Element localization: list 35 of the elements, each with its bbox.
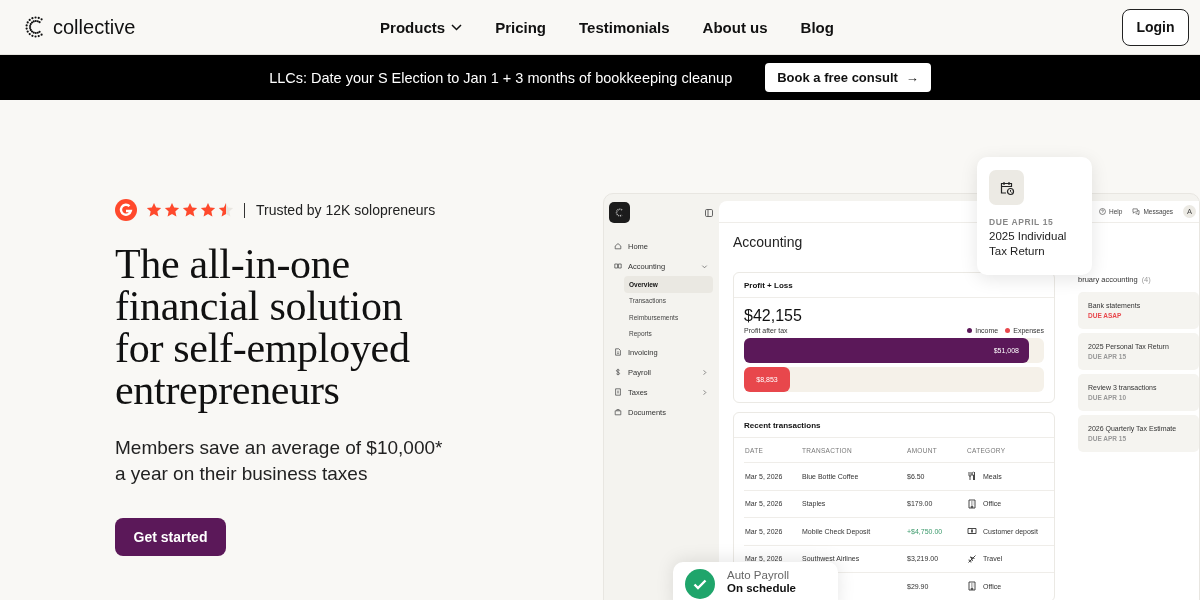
due-title: 2025 Individual Tax Return: [989, 229, 1068, 259]
nav-link[interactable]: Pricing: [495, 18, 546, 36]
home-icon: [614, 242, 622, 250]
g2-logo-icon: [115, 199, 137, 221]
trust-text: Trusted by 12K solopreneurs: [256, 202, 436, 218]
chat-icon: [1132, 208, 1141, 215]
promo-text: LLCs: Date your S Election to Jan 1 + 3 months of bookkeeping cleanup: [269, 69, 733, 86]
card-title: Recent transactions: [734, 413, 1054, 438]
app-logo-icon: [609, 202, 630, 223]
page-title: Accounting: [733, 234, 803, 250]
help-icon: [1099, 208, 1106, 215]
payroll-status: On schedule: [727, 582, 797, 594]
document-icon: [614, 388, 622, 396]
profit-amount: $42,155: [744, 307, 803, 325]
nav-link[interactable]: About us: [702, 18, 768, 36]
due-label: DUE APRIL 15: [989, 217, 1055, 227]
book-icon: [614, 262, 622, 270]
login-button[interactable]: Login: [1122, 8, 1189, 46]
payroll-title: Auto Payroll: [727, 569, 790, 581]
building-icon: [967, 498, 977, 509]
dollar-icon: [614, 368, 622, 376]
utensils-icon: [967, 471, 977, 482]
building-icon: [967, 581, 977, 592]
brand-logo[interactable]: collective: [25, 15, 136, 39]
get-started-button[interactable]: Get started: [115, 518, 226, 556]
nav-link[interactable]: Blog: [800, 18, 834, 36]
sidebar-toggle-icon[interactable]: [705, 208, 713, 217]
nav-link[interactable]: Testimonials: [579, 18, 670, 36]
cash-icon: [967, 526, 977, 537]
hero-heading: The all-in-one financial solution for self-employed entrepreneurs: [115, 243, 411, 411]
document-icon: [614, 348, 622, 356]
consult-button[interactable]: Book a free consult →: [765, 63, 931, 92]
nav-link[interactable]: Products: [380, 18, 463, 36]
hero-subtitle: Members save an average of $10,000* a year on their business taxes: [115, 436, 444, 486]
calendar-clock-icon: [998, 179, 1015, 196]
